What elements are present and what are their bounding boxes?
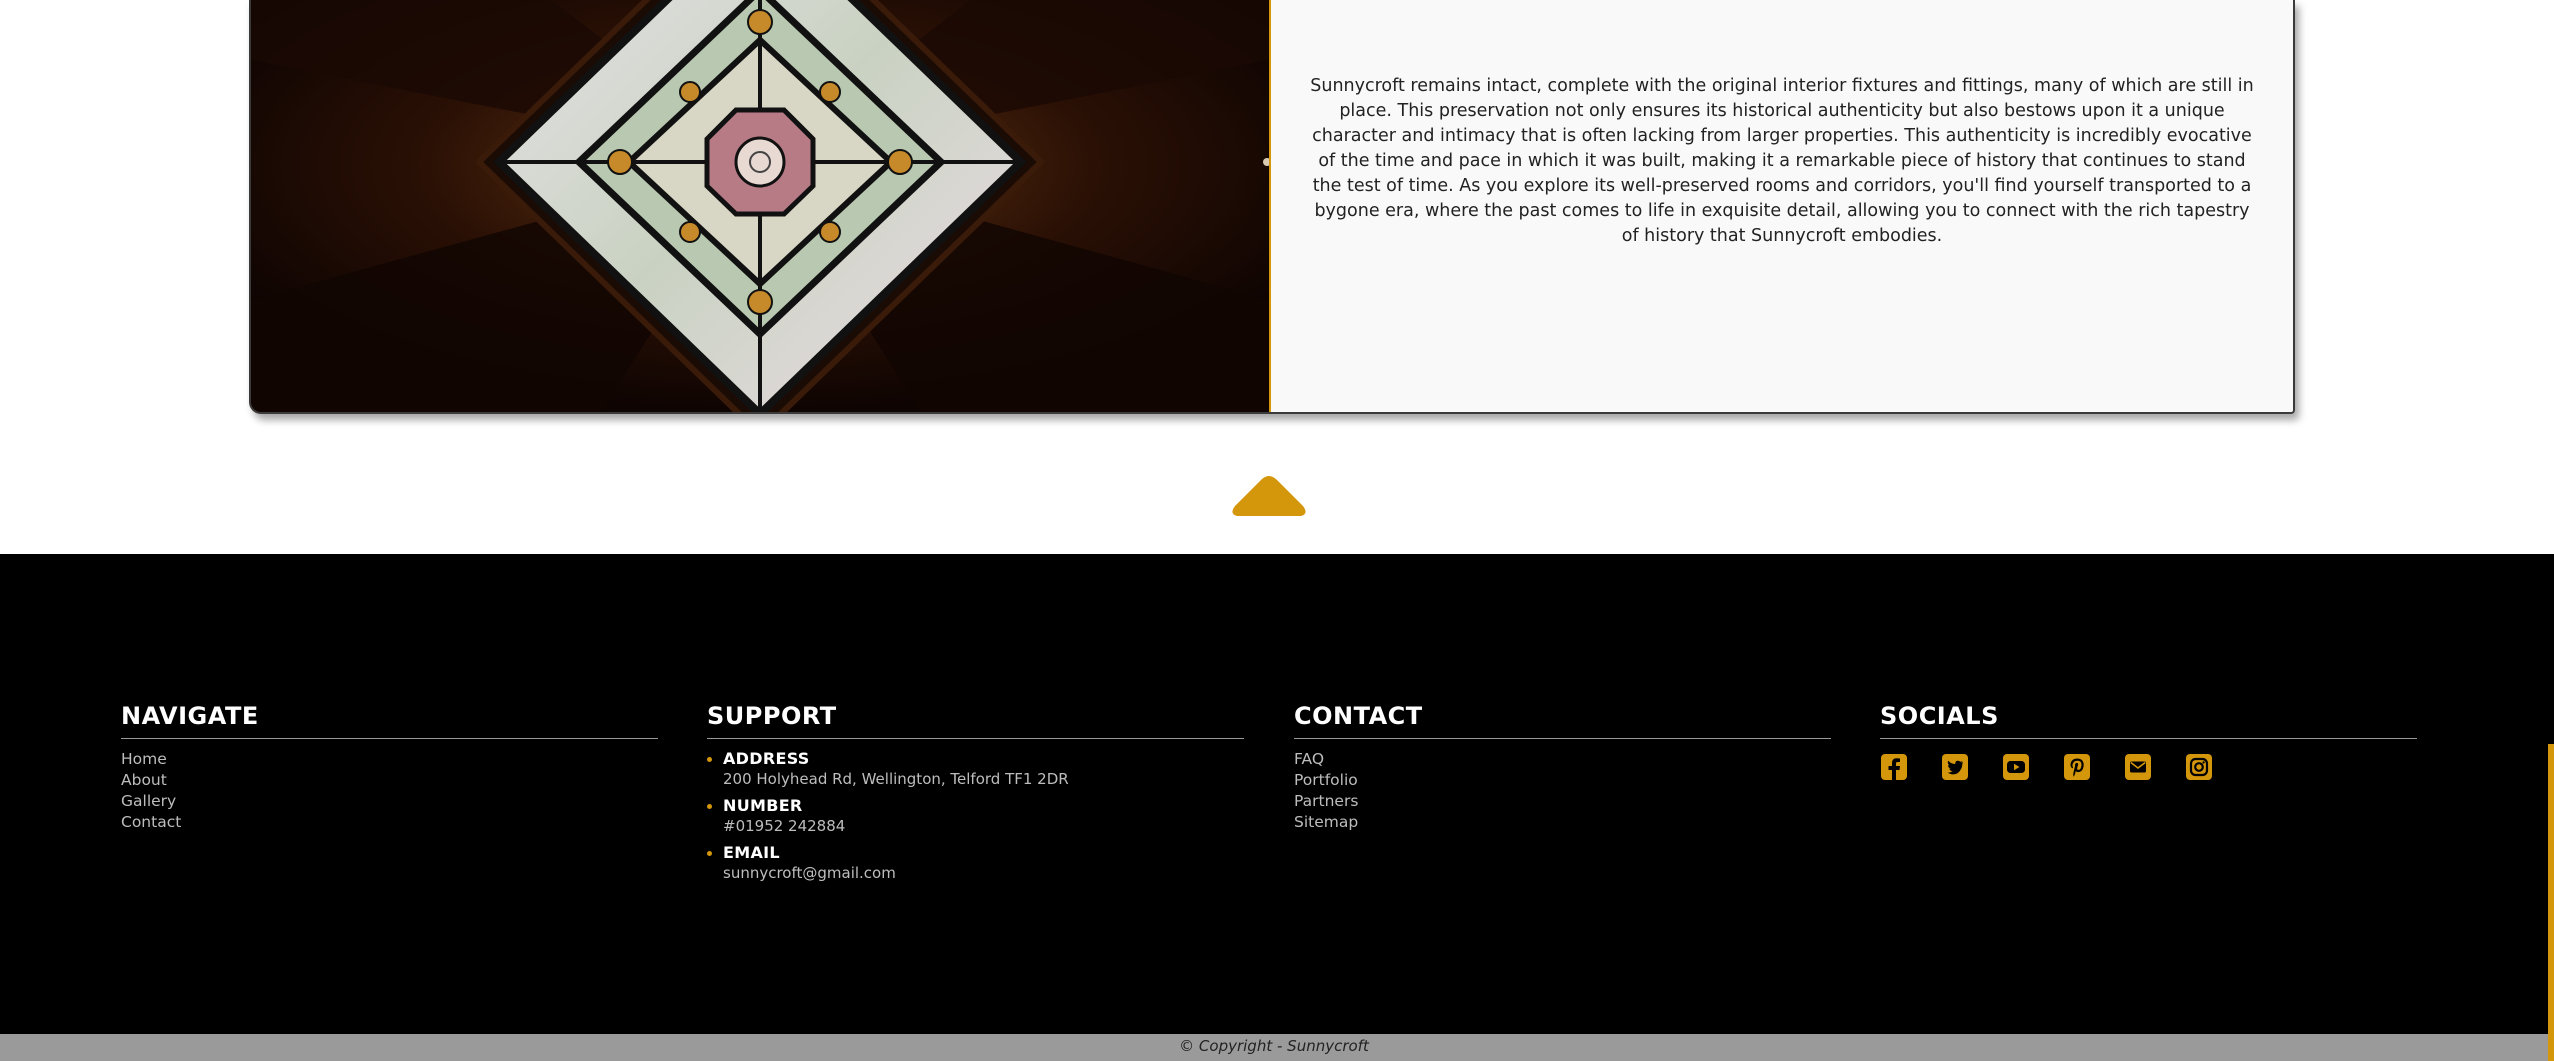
copyright-text: © Copyright - Sunnycroft	[1179, 1037, 1369, 1055]
footer-link-about[interactable]: About	[121, 770, 658, 791]
support-address: ADDRESS 200 Holyhead Rd, Wellington, Tel…	[707, 749, 1244, 789]
description-panel: Sunnycroft remains intact, complete with…	[1271, 0, 2293, 412]
footer-link-partners[interactable]: Partners	[1294, 791, 1831, 812]
instagram-icon[interactable]	[2185, 753, 2213, 781]
footer-navigate-section: NAVIGATE Home About Gallery Contact	[121, 702, 658, 833]
socials-heading: SOCIALS	[1880, 702, 2417, 739]
footer-contact-section: CONTACT FAQ Portfolio Partners Sitemap	[1294, 702, 1831, 833]
support-number: NUMBER #01952 242884	[707, 796, 1244, 836]
feature-card: Sunnycroft remains intact, complete with…	[249, 0, 2295, 414]
pinterest-icon[interactable]	[2063, 753, 2091, 781]
youtube-icon[interactable]	[2002, 753, 2030, 781]
footer-link-gallery[interactable]: Gallery	[121, 791, 658, 812]
scrollbar-thumb[interactable]	[2548, 744, 2554, 1061]
footer-link-faq[interactable]: FAQ	[1294, 749, 1831, 770]
chevron-up-icon	[1232, 476, 1306, 516]
support-list: ADDRESS 200 Holyhead Rd, Wellington, Tel…	[707, 749, 1244, 883]
navigate-links: Home About Gallery Contact	[121, 749, 658, 833]
footer-link-sitemap[interactable]: Sitemap	[1294, 812, 1831, 833]
stained-glass-image	[251, 0, 1271, 412]
number-label: NUMBER	[723, 796, 803, 815]
footer-link-portfolio[interactable]: Portfolio	[1294, 770, 1831, 791]
facebook-icon[interactable]	[1880, 753, 1908, 781]
back-to-top-button[interactable]	[1229, 472, 1309, 520]
support-email: EMAIL sunnycroft@gmail.com	[707, 843, 1244, 883]
number-value: #01952 242884	[723, 817, 846, 835]
copyright-bar: © Copyright - Sunnycroft	[0, 1034, 2548, 1061]
contact-heading: CONTACT	[1294, 702, 1831, 739]
email-icon[interactable]	[2124, 753, 2152, 781]
contact-links: FAQ Portfolio Partners Sitemap	[1294, 749, 1831, 833]
email-label: EMAIL	[723, 843, 780, 862]
address-label: ADDRESS	[723, 749, 810, 768]
address-value: 200 Holyhead Rd, Wellington, Telford TF1…	[723, 770, 1069, 788]
footer-socials-section: SOCIALS	[1880, 702, 2417, 781]
twitter-icon[interactable]	[1941, 753, 1969, 781]
support-heading: SUPPORT	[707, 702, 1244, 739]
footer-link-home[interactable]: Home	[121, 749, 658, 770]
description-paragraph: Sunnycroft remains intact, complete with…	[1310, 75, 2254, 246]
footer-support-section: SUPPORT ADDRESS 200 Holyhead Rd, Welling…	[707, 702, 1244, 890]
site-footer: NAVIGATE Home About Gallery Contact SUPP…	[0, 554, 2548, 1035]
social-icons	[1880, 753, 2417, 781]
footer-link-contact[interactable]: Contact	[121, 812, 658, 833]
navigate-heading: NAVIGATE	[121, 702, 658, 739]
email-value[interactable]: sunnycroft@gmail.com	[723, 863, 1244, 883]
